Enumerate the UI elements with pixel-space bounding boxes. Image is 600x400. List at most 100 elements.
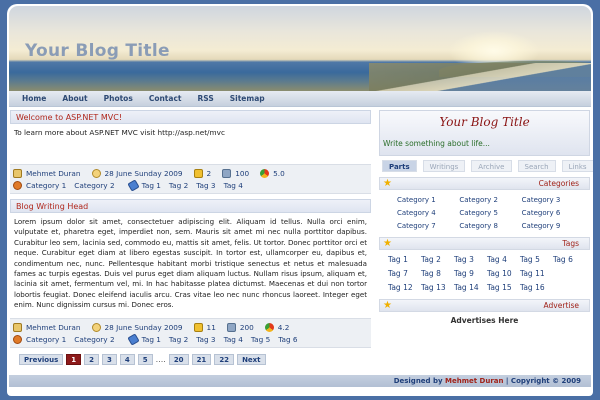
view-count: 100 bbox=[235, 168, 250, 178]
categories-widget: ★ Categories Category 1 Category 2 Catego… bbox=[379, 177, 590, 234]
page-3[interactable]: 3 bbox=[102, 354, 117, 365]
post-meta-bottom: Mehmet Duran 28 June Sunday 2009 11 200 … bbox=[10, 318, 371, 348]
nav-rss[interactable]: RSS bbox=[198, 94, 214, 103]
tag-link[interactable]: Tag 6 bbox=[278, 335, 297, 344]
next-button[interactable]: Next bbox=[237, 354, 266, 365]
tag-link[interactable]: Tag 3 bbox=[196, 335, 215, 344]
tag-link[interactable]: Tag 7 bbox=[388, 269, 421, 278]
tag-link[interactable]: Tag 2 bbox=[169, 181, 188, 190]
main-content: Welcome to ASP.NET MVC! To learn more ab… bbox=[10, 110, 371, 348]
comments-icon bbox=[193, 168, 203, 178]
page-22[interactable]: 22 bbox=[214, 354, 235, 365]
sidebar-subtitle: Write something about life... bbox=[383, 139, 490, 148]
tags-widget: ★ Tags Tag 1 Tag 2 Tag 3 Tag 4 Tag 5 Tag … bbox=[379, 237, 590, 296]
category-link[interactable]: Category 3 bbox=[522, 196, 584, 204]
tag-link[interactable]: Tag 5 bbox=[520, 255, 553, 264]
nav-sitemap[interactable]: Sitemap bbox=[230, 94, 265, 103]
tag-link[interactable]: Tag 3 bbox=[454, 255, 487, 264]
tags-title: Tags bbox=[562, 239, 579, 248]
category-link[interactable]: Category 6 bbox=[522, 209, 584, 217]
tag-link[interactable]: Tag 4 bbox=[487, 255, 520, 264]
nav-contact[interactable]: Contact bbox=[149, 94, 182, 103]
page-1[interactable]: 1 bbox=[66, 354, 82, 365]
tab-parts[interactable]: Parts bbox=[382, 160, 417, 172]
tag-link[interactable]: Tag 2 bbox=[169, 335, 188, 344]
categories-title: Categories bbox=[538, 179, 579, 188]
star-icon: ★ bbox=[383, 300, 392, 311]
category-link[interactable]: Category 4 bbox=[397, 209, 459, 217]
category-link[interactable]: Category 2 bbox=[74, 335, 114, 344]
tag-link[interactable]: Tag 10 bbox=[487, 269, 520, 278]
tag-link[interactable]: Tag 5 bbox=[251, 335, 270, 344]
advertise-text: Advertises Here bbox=[450, 316, 519, 325]
tag-link[interactable]: Tag 3 bbox=[196, 181, 215, 190]
pencil-icon bbox=[13, 322, 22, 332]
rating-icon bbox=[264, 322, 274, 332]
sidebar-header: Your Blog Title Write something about li… bbox=[379, 110, 590, 156]
pager-ellipsis: .... bbox=[155, 355, 166, 364]
tag-link[interactable]: Tag 12 bbox=[388, 283, 421, 292]
category-link[interactable]: Category 1 bbox=[397, 196, 459, 204]
pencil-icon bbox=[13, 168, 22, 178]
nav-photos[interactable]: Photos bbox=[104, 94, 133, 103]
sidebar-tabs: Parts Writings Archive Search Links bbox=[379, 156, 593, 174]
page: Your Blog Title Home About Photos Contac… bbox=[7, 4, 593, 396]
tag-link[interactable]: Tag 6 bbox=[553, 255, 586, 264]
post-title[interactable]: Blog Writing Head bbox=[10, 199, 371, 213]
tab-links[interactable]: Links bbox=[561, 160, 593, 172]
comment-count[interactable]: 11 bbox=[207, 323, 216, 332]
tag-link[interactable]: Tag 4 bbox=[224, 181, 243, 190]
footer-prefix: Designed by bbox=[393, 377, 446, 385]
category-icon bbox=[13, 334, 22, 344]
footer-author-link[interactable]: Mehmet Duran bbox=[445, 377, 503, 385]
star-icon: ★ bbox=[383, 238, 392, 249]
tab-search[interactable]: Search bbox=[517, 160, 556, 172]
post-date: 28 June Sunday 2009 bbox=[104, 322, 183, 332]
tab-writings[interactable]: Writings bbox=[422, 160, 466, 172]
category-link[interactable]: Category 7 bbox=[397, 222, 459, 230]
tab-archive[interactable]: Archive bbox=[471, 160, 512, 172]
welcome-text: To learn more about ASP.NET MVC visit ht… bbox=[14, 128, 225, 137]
view-count: 200 bbox=[239, 322, 254, 332]
tag-link[interactable]: Tag 9 bbox=[454, 269, 487, 278]
category-link[interactable]: Category 5 bbox=[459, 209, 521, 217]
page-4[interactable]: 4 bbox=[119, 354, 135, 365]
category-link[interactable]: Category 8 bbox=[459, 222, 521, 230]
tag-link[interactable]: Tag 8 bbox=[421, 269, 454, 278]
nav-home[interactable]: Home bbox=[22, 94, 46, 103]
category-link[interactable]: Category 9 bbox=[522, 222, 584, 230]
tag-link[interactable]: Tag 16 bbox=[520, 283, 553, 292]
tag-link[interactable]: Tag 4 bbox=[224, 335, 243, 344]
tag-link[interactable]: Tag 1 bbox=[142, 335, 161, 344]
footer: Designed by Mehmet Duran | Copyright © 2… bbox=[9, 375, 591, 387]
blog-title[interactable]: Your Blog Title bbox=[25, 41, 170, 61]
clock-icon bbox=[91, 168, 101, 178]
category-link[interactable]: Category 1 bbox=[26, 335, 66, 344]
tag-link[interactable]: Tag 11 bbox=[520, 269, 553, 278]
tag-link[interactable]: Tag 13 bbox=[421, 283, 454, 292]
rating-value: 4.2 bbox=[277, 322, 290, 332]
category-link[interactable]: Category 1 bbox=[26, 181, 66, 190]
sidebar: Your Blog Title Write something about li… bbox=[379, 110, 593, 329]
clock-icon bbox=[91, 322, 101, 332]
comment-count[interactable]: 2 bbox=[207, 169, 212, 178]
page-20[interactable]: 20 bbox=[168, 354, 189, 365]
page-5[interactable]: 5 bbox=[137, 354, 153, 365]
advertise-title: Advertise bbox=[543, 301, 579, 310]
category-link[interactable]: Category 2 bbox=[74, 181, 114, 190]
sidebar-title: Your Blog Title bbox=[439, 115, 530, 129]
tag-link[interactable]: Tag 14 bbox=[454, 283, 487, 292]
page-2[interactable]: 2 bbox=[84, 354, 100, 365]
author-link[interactable]: Mehmet Duran bbox=[26, 323, 81, 332]
category-link[interactable]: Category 2 bbox=[459, 196, 521, 204]
previous-button[interactable]: Previous bbox=[19, 354, 64, 365]
rating-icon bbox=[260, 168, 270, 178]
views-icon bbox=[226, 322, 236, 332]
nav-about[interactable]: About bbox=[62, 94, 87, 103]
tag-link[interactable]: Tag 1 bbox=[388, 255, 421, 264]
tag-link[interactable]: Tag 1 bbox=[142, 181, 161, 190]
page-21[interactable]: 21 bbox=[191, 354, 212, 365]
author-link[interactable]: Mehmet Duran bbox=[26, 169, 81, 178]
tag-link[interactable]: Tag 15 bbox=[487, 283, 520, 292]
tag-link[interactable]: Tag 2 bbox=[421, 255, 454, 264]
